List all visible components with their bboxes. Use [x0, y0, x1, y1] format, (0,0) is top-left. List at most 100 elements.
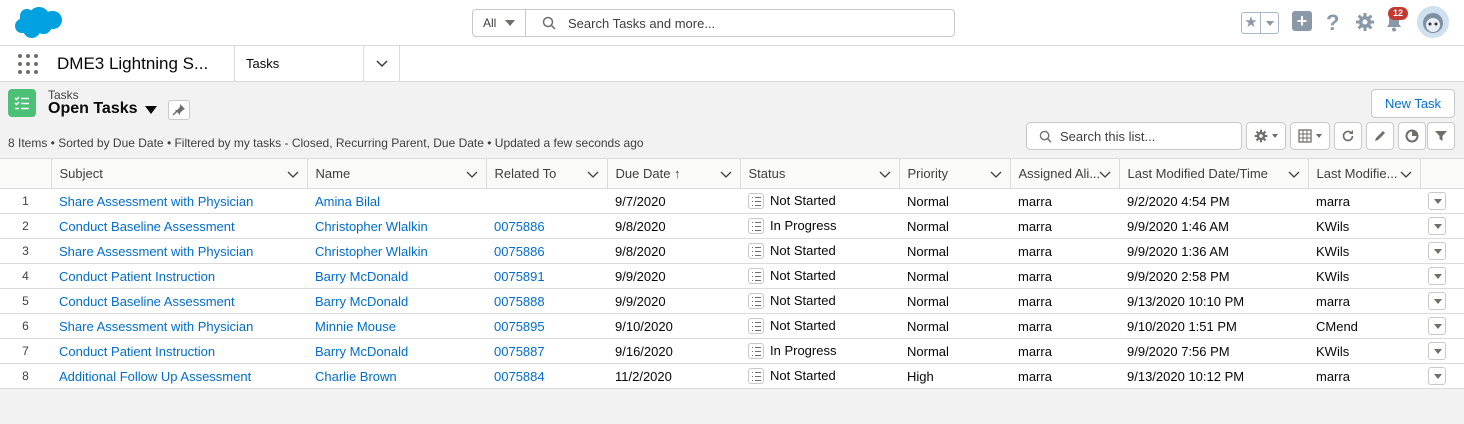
assigned-alias-cell: marra [1018, 218, 1052, 234]
favorites-button[interactable]: ★ [1241, 12, 1279, 34]
column-label: Last Modifie... [1316, 166, 1398, 181]
name-link[interactable]: Barry McDonald [315, 294, 408, 309]
chevron-down-icon[interactable] [1288, 168, 1300, 180]
task-list-icon [14, 96, 29, 110]
subject-link[interactable]: Share Assessment with Physician [59, 244, 253, 259]
gear-icon[interactable] [1355, 12, 1375, 32]
related-to-link[interactable]: 0075888 [494, 294, 545, 309]
name-link[interactable]: Barry McDonald [315, 344, 408, 359]
table-row[interactable]: 5 Conduct Baseline Assessment Barry McDona… [0, 288, 1464, 314]
filters-button[interactable] [1427, 122, 1455, 150]
priority-cell-container: Normal [899, 288, 1010, 314]
related-to-link[interactable]: 0075895 [494, 319, 545, 334]
global-actions-plus-icon[interactable]: + [1292, 11, 1312, 31]
column-header-last-modified-by[interactable]: Last Modifie... [1308, 158, 1421, 189]
subject-link[interactable]: Conduct Baseline Assessment [59, 219, 235, 234]
name-link[interactable]: Christopher Wlalkin [315, 244, 428, 259]
refresh-button[interactable] [1334, 122, 1362, 150]
list-view-title[interactable]: Open Tasks [48, 100, 138, 118]
column-header-subject[interactable]: Subject [51, 158, 308, 189]
related-to-link[interactable]: 0075884 [494, 369, 545, 384]
subject-link[interactable]: Conduct Patient Instruction [59, 269, 215, 284]
status-cell-container: Not Started [740, 363, 899, 389]
favorites-dropdown[interactable] [1261, 20, 1278, 26]
inline-edit-button[interactable] [1366, 122, 1394, 150]
subject-link[interactable]: Share Assessment with Physician [59, 319, 253, 334]
list-search-input[interactable] [1060, 128, 1240, 144]
column-header-name[interactable]: Name [307, 158, 487, 189]
related-to-link-container: 0075888 [486, 288, 607, 314]
related-to-link[interactable]: 0075887 [494, 344, 545, 359]
pencil-icon [1375, 131, 1385, 141]
name-link[interactable]: Barry McDonald [315, 269, 408, 284]
table-row[interactable]: 1 Share Assessment with Physician Amina Bi… [0, 188, 1464, 214]
new-task-button[interactable]: New Task [1371, 89, 1455, 118]
help-icon[interactable]: ? [1326, 10, 1339, 36]
row-actions-dropdown-icon[interactable] [1428, 292, 1446, 310]
subject-link[interactable]: Share Assessment with Physician [59, 194, 253, 209]
avatar[interactable] [1417, 6, 1449, 38]
row-actions-dropdown-icon[interactable] [1428, 242, 1446, 260]
table-row[interactable]: 2 Conduct Baseline Assessment Christopher … [0, 213, 1464, 239]
display-as-button[interactable] [1290, 122, 1330, 150]
notification-badge: 12 [1388, 7, 1408, 20]
nav-tab-tasks[interactable]: Tasks [234, 46, 400, 82]
column-header-status[interactable]: Status [740, 158, 900, 189]
row-actions-dropdown-icon[interactable] [1428, 267, 1446, 285]
related-to-link[interactable]: 0075886 [494, 219, 545, 234]
column-header-priority[interactable]: Priority [899, 158, 1011, 189]
name-link[interactable]: Christopher Wlalkin [315, 219, 428, 234]
list-view-controls-button[interactable] [1246, 122, 1286, 150]
chevron-down-icon[interactable] [879, 168, 891, 180]
chevron-down-icon[interactable] [1099, 168, 1111, 180]
chevron-down-icon[interactable] [1400, 168, 1412, 180]
status-cell-container: Not Started [740, 263, 899, 289]
list-view-picker-icon[interactable] [145, 106, 157, 114]
search-input[interactable] [568, 15, 928, 31]
subject-link[interactable]: Conduct Patient Instruction [59, 344, 215, 359]
column-header-last-modified-date[interactable]: Last Modified Date/Time [1119, 158, 1309, 189]
chevron-down-icon[interactable] [287, 168, 299, 180]
chevron-down-icon[interactable] [466, 168, 478, 180]
global-header: All ★ + ? 12 [0, 0, 1464, 45]
column-header-related-to[interactable]: Related To [486, 158, 608, 189]
row-actions-dropdown-icon[interactable] [1428, 317, 1446, 335]
related-to-link[interactable]: 0075891 [494, 269, 545, 284]
chevron-down-icon[interactable] [587, 168, 599, 180]
related-to-link[interactable]: 0075886 [494, 244, 545, 259]
charts-button[interactable] [1398, 122, 1426, 150]
column-header-assigned-alias[interactable]: Assigned Ali... [1010, 158, 1120, 189]
related-to-link-container: 0075895 [486, 313, 607, 339]
row-actions-dropdown-icon[interactable] [1428, 342, 1446, 360]
row-actions-dropdown-icon[interactable] [1428, 217, 1446, 235]
table-row[interactable]: 4 Conduct Patient Instruction Barry McDona… [0, 263, 1464, 289]
assigned-alias-cell-container: marra [1010, 188, 1119, 214]
column-header-due-date[interactable]: Due Date ↑ [607, 158, 741, 189]
name-link[interactable]: Amina Bilal [315, 194, 380, 209]
last-modified-by-cell: CMend [1316, 318, 1358, 334]
search-scope-dropdown[interactable]: All [473, 10, 526, 36]
subject-link[interactable]: Conduct Baseline Assessment [59, 294, 235, 309]
app-launcher-icon[interactable] [18, 54, 38, 74]
chevron-down-icon[interactable] [375, 56, 389, 70]
pin-list-view-button[interactable] [168, 100, 190, 120]
table-row[interactable]: 7 Conduct Patient Instruction Barry McDona… [0, 338, 1464, 364]
assigned-alias-cell-container: marra [1010, 238, 1119, 264]
row-number-container: 5 [0, 288, 51, 314]
last-modified-cell: 9/2/2020 4:54 PM [1127, 193, 1230, 209]
row-actions-container [1420, 288, 1464, 314]
subject-link[interactable]: Additional Follow Up Assessment [59, 369, 251, 384]
salesforce-logo-icon[interactable] [10, 6, 62, 42]
table-row[interactable]: 6 Share Assessment with Physician Minnie M… [0, 313, 1464, 339]
name-link-container: Barry McDonald [307, 288, 486, 314]
chevron-down-icon[interactable] [720, 168, 732, 180]
table-row[interactable]: 8 Additional Follow Up Assessment Charlie … [0, 363, 1464, 389]
last-modified-cell: 9/9/2020 1:36 AM [1127, 243, 1229, 259]
row-actions-dropdown-icon[interactable] [1428, 192, 1446, 210]
row-actions-dropdown-icon[interactable] [1428, 367, 1446, 385]
name-link[interactable]: Minnie Mouse [315, 319, 396, 334]
app-name: DME3 Lightning S... [57, 54, 209, 73]
chevron-down-icon[interactable] [990, 168, 1002, 180]
table-row[interactable]: 3 Share Assessment with Physician Christop… [0, 238, 1464, 264]
name-link[interactable]: Charlie Brown [315, 369, 397, 384]
